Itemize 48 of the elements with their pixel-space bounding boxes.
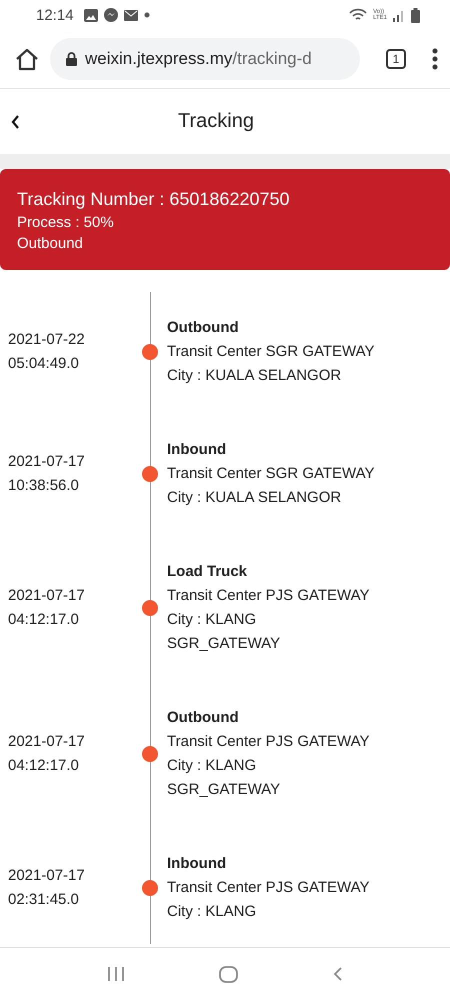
image-icon xyxy=(84,8,98,22)
event-title: Outbound xyxy=(167,318,240,338)
mail-icon xyxy=(124,10,138,20)
event-detail: Transit Center PJS GATEWAY xyxy=(167,586,371,606)
timeline-dot xyxy=(142,746,158,762)
lock-icon xyxy=(66,52,77,66)
event-title: Inbound xyxy=(167,854,228,874)
timeline-dot xyxy=(142,880,158,896)
more-menu-icon[interactable] xyxy=(432,48,438,70)
event-title: Inbound xyxy=(167,440,228,460)
event-detail: SGR_GATEWAY xyxy=(167,780,282,800)
event-detail: SGR_GATEWAY xyxy=(167,634,282,654)
event-title: Outbound xyxy=(167,708,240,728)
event-title: Load Truck xyxy=(167,562,248,582)
timeline-dot xyxy=(142,466,158,482)
page-title: Tracking xyxy=(177,110,255,133)
wifi-icon xyxy=(349,8,368,22)
recent-apps-icon[interactable] xyxy=(107,966,126,982)
event-detail: City : KUALA SELANGOR xyxy=(167,488,342,508)
status-time: 12:14 xyxy=(36,6,74,24)
event-detail: City : KLANG xyxy=(167,902,258,922)
back-icon[interactable] xyxy=(10,114,22,130)
event-datetime: 2021-07-17 10:38:56.0 xyxy=(8,452,86,496)
chat-bubble-icon xyxy=(104,8,118,22)
event-detail: Transit Center SGR GATEWAY xyxy=(167,464,376,484)
process-text: Process : 50% xyxy=(17,214,115,231)
event-detail: City : KLANG xyxy=(167,610,258,630)
event-datetime: 2021-07-17 04:12:17.0 xyxy=(8,732,86,776)
event-datetime: 2021-07-22 05:04:49.0 xyxy=(8,330,86,374)
event-detail: City : KUALA SELANGOR xyxy=(167,366,342,386)
back-nav-icon[interactable] xyxy=(332,966,343,982)
event-detail: City : KLANG xyxy=(167,756,258,776)
dot-icon xyxy=(144,12,150,18)
tracking-number: Tracking Number : 650186220750 xyxy=(17,189,291,210)
home-button-icon[interactable] xyxy=(219,966,238,982)
event-detail: Transit Center PJS GATEWAY xyxy=(167,878,371,898)
signal-icon xyxy=(393,8,405,22)
timeline-dot xyxy=(142,344,158,360)
tab-count-button[interactable]: 1 xyxy=(386,49,406,69)
event-datetime: 2021-07-17 02:31:45.0 xyxy=(8,866,86,910)
event-detail: Transit Center SGR GATEWAY xyxy=(167,342,376,362)
event-datetime: 2021-07-17 04:12:17.0 xyxy=(8,586,86,630)
status-text: Outbound xyxy=(17,235,84,252)
address-bar[interactable]: weixin.jtexpress.my/tracking-d xyxy=(50,38,360,80)
home-icon[interactable] xyxy=(14,47,40,71)
battery-icon xyxy=(411,8,420,22)
event-detail: Transit Center PJS GATEWAY xyxy=(167,732,371,752)
timeline-dot xyxy=(142,600,158,616)
